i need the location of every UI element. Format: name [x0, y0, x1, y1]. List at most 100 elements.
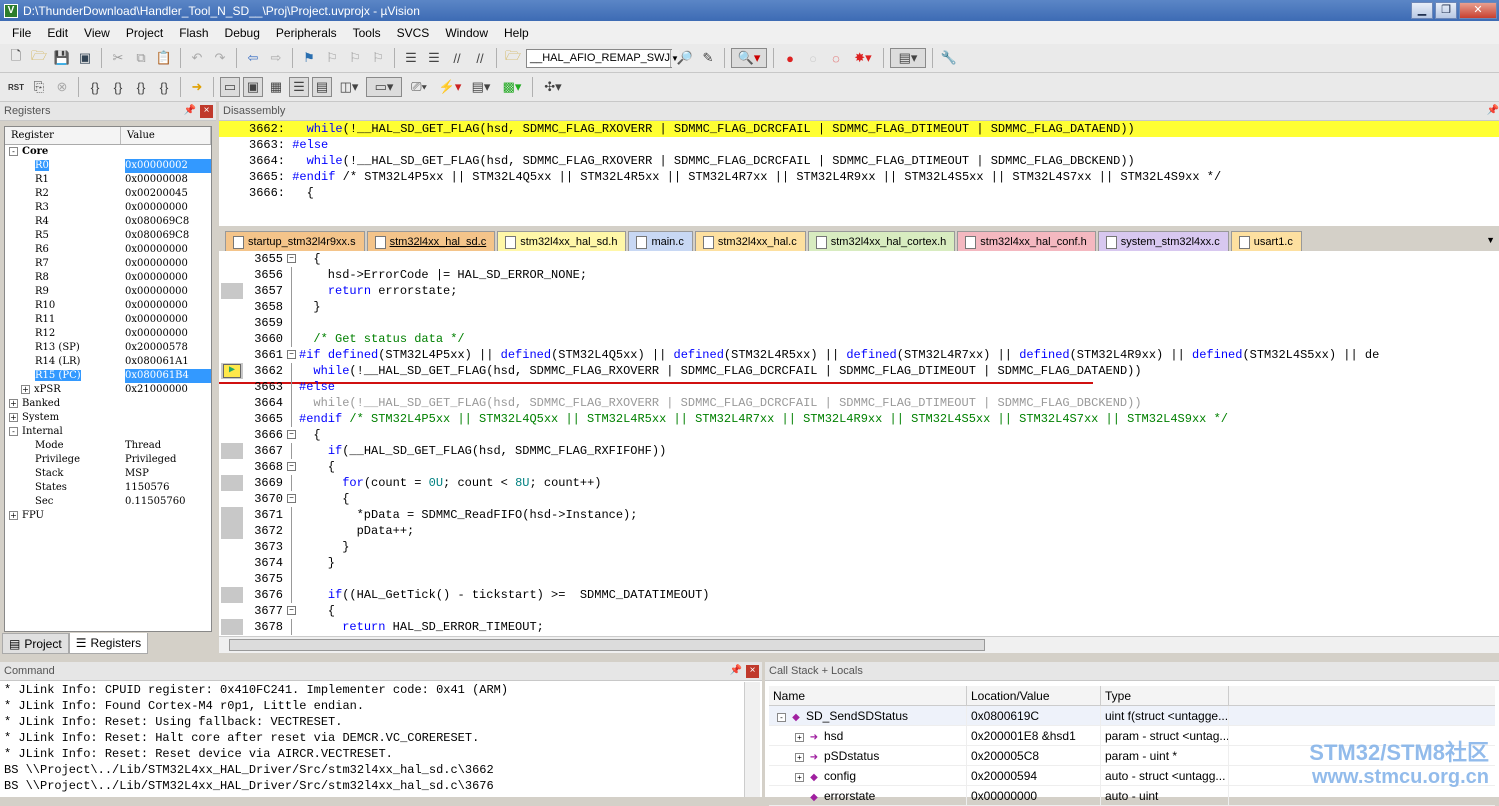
nav-back-icon[interactable]: ⇦ — [243, 48, 263, 68]
menu-peripherals[interactable]: Peripherals — [268, 26, 345, 40]
command-vertical-scrollbar[interactable] — [744, 682, 760, 797]
gutter-marker[interactable] — [221, 251, 243, 267]
menu-file[interactable]: File — [4, 26, 39, 40]
gutter-marker[interactable] — [221, 267, 243, 283]
copy-icon[interactable]: ⧉ — [131, 48, 151, 68]
gutter-marker[interactable] — [221, 331, 243, 347]
register-row[interactable]: R10 0x00000000 — [5, 299, 211, 313]
expand-icon[interactable]: + — [9, 511, 18, 520]
register-row[interactable]: R11 0x00000000 — [5, 313, 211, 327]
step-over-icon[interactable]: {} — [108, 77, 128, 97]
find-in-files-icon[interactable]: 🗁 — [503, 48, 523, 68]
redo-icon[interactable]: ↷ — [210, 48, 230, 68]
gutter-marker[interactable] — [221, 555, 243, 571]
new-file-icon[interactable]: 🗋 — [6, 48, 26, 68]
menu-edit[interactable]: Edit — [39, 26, 76, 40]
next-bookmark-icon[interactable]: ⚐ — [345, 48, 365, 68]
gutter-marker[interactable] — [221, 507, 243, 523]
register-row[interactable]: R9 0x00000000 — [5, 285, 211, 299]
call-stack-window-icon[interactable]: ▤ — [312, 77, 332, 97]
close-icon[interactable]: × — [746, 665, 759, 678]
window-layout-icon[interactable]: ▤▾ — [890, 48, 926, 68]
source-editor[interactable]: 3655− {3656 hsd->ErrorCode |= HAL_SD_ERR… — [219, 251, 1499, 636]
file-tab[interactable]: startup_stm32l4r9xx.s — [225, 231, 365, 251]
gutter-marker[interactable] — [221, 491, 243, 507]
fold-toggle-icon[interactable]: − — [287, 350, 296, 359]
expand-icon[interactable]: + — [9, 413, 18, 422]
file-tab[interactable]: system_stm32l4xx.c — [1097, 231, 1229, 251]
gutter-marker[interactable] — [221, 523, 243, 539]
reset-icon[interactable]: RST — [6, 77, 26, 97]
register-row[interactable]: R6 0x00000000 — [5, 243, 211, 257]
file-tab[interactable]: usart1.c — [1230, 231, 1302, 251]
comment-icon[interactable]: // — [447, 48, 467, 68]
pin-icon[interactable]: 📌 — [184, 105, 196, 116]
command-window-icon[interactable]: ▭ — [220, 77, 240, 97]
debug-session-icon[interactable]: 🔍▾ — [731, 48, 767, 68]
gutter-marker[interactable] — [221, 283, 243, 299]
gutter-marker[interactable] — [221, 603, 243, 619]
col-name[interactable]: Name — [769, 686, 967, 705]
breakpoint-kill-all-icon[interactable]: ✸▾ — [849, 48, 877, 68]
cut-icon[interactable]: ✂ — [108, 48, 128, 68]
fold-toggle-icon[interactable]: − — [287, 462, 296, 471]
register-row[interactable]: R15 (PC) 0x080061B4 — [5, 369, 211, 383]
menu-window[interactable]: Window — [437, 26, 496, 40]
file-tab[interactable]: stm32l4xx_hal_cortex.h — [807, 231, 956, 251]
close-button[interactable]: ✕ — [1459, 2, 1497, 19]
file-tab[interactable]: main.c — [628, 231, 693, 251]
col-value[interactable]: Value — [121, 127, 211, 144]
indent-icon[interactable]: ☰ — [401, 48, 421, 68]
expand-icon[interactable]: + — [795, 753, 804, 762]
pin-icon[interactable]: 📌 — [1487, 105, 1499, 116]
register-row[interactable]: Privilege Privileged — [5, 453, 211, 467]
menu-project[interactable]: Project — [118, 26, 171, 40]
breakpoint-disable-all-icon[interactable]: ◌ — [826, 48, 846, 68]
stop-icon[interactable]: ⊗ — [52, 77, 72, 97]
expand-icon[interactable]: + — [795, 733, 804, 742]
system-viewer-icon[interactable]: ▩▾ — [498, 77, 526, 97]
gutter-marker[interactable] — [221, 475, 243, 491]
run-to-cursor-icon[interactable]: {} — [154, 77, 174, 97]
gutter-marker[interactable] — [221, 427, 243, 443]
breakpoint-insert-icon[interactable]: ● — [780, 48, 800, 68]
register-row[interactable]: R14 (LR) 0x080061A1 — [5, 355, 211, 369]
menu-help[interactable]: Help — [496, 26, 537, 40]
pin-icon[interactable]: 📌 — [730, 665, 742, 676]
toolbox-icon[interactable]: ✣▾ — [539, 77, 567, 97]
minimize-button[interactable]: ▁ — [1411, 2, 1433, 19]
configure-icon[interactable]: 🔧 — [939, 48, 959, 68]
collapse-icon[interactable]: - — [9, 427, 18, 436]
find-combo[interactable]: __HAL_AFIO_REMAP_SWJ ▼ — [526, 48, 679, 68]
disassembly-listing[interactable]: 3662: while(!__HAL_SD_GET_FLAG(hsd, SDMM… — [219, 121, 1499, 226]
save-all-icon[interactable]: ▣ — [75, 48, 95, 68]
menu-tools[interactable]: Tools — [345, 26, 389, 40]
file-tab[interactable]: stm32l4xx_hal_sd.h — [497, 231, 627, 251]
tab-registers[interactable]: ☰ Registers — [68, 633, 149, 654]
register-row[interactable]: + FPU — [5, 509, 211, 523]
register-row[interactable]: States 1150576 — [5, 481, 211, 495]
register-row[interactable]: R12 0x00000000 — [5, 327, 211, 341]
register-row[interactable]: + xPSR 0x21000000 — [5, 383, 211, 397]
gutter-marker[interactable] — [221, 315, 243, 331]
step-into-icon[interactable]: {} — [85, 77, 105, 97]
uncomment-icon[interactable]: // — [470, 48, 490, 68]
fold-toggle-icon[interactable]: − — [287, 430, 296, 439]
registers-window-icon[interactable]: ☰ — [289, 77, 309, 97]
gutter-marker[interactable] — [221, 379, 243, 395]
register-row[interactable]: R8 0x00000000 — [5, 271, 211, 285]
register-row[interactable]: + Banked — [5, 397, 211, 411]
maximize-button[interactable]: ❐ — [1435, 2, 1457, 19]
fold-toggle-icon[interactable]: − — [287, 494, 296, 503]
col-location-value[interactable]: Location/Value — [967, 686, 1101, 705]
callstack-row[interactable]: ◆ errorstate 0x00000000 auto - uint — [769, 786, 1495, 806]
clear-bookmarks-icon[interactable]: ⚐ — [368, 48, 388, 68]
register-row[interactable]: Sec 0.11505760 — [5, 495, 211, 509]
incremental-find-icon[interactable]: ✎ — [698, 48, 718, 68]
trace-windows-icon[interactable]: ▤▾ — [467, 77, 495, 97]
open-folder-icon[interactable]: 🗁 — [29, 48, 49, 68]
file-tab[interactable]: stm32l4xx_hal_conf.h — [957, 231, 1096, 251]
serial-windows-icon[interactable]: ⎚▾ — [405, 77, 433, 97]
watch-windows-icon[interactable]: ◫▾ — [335, 77, 363, 97]
analysis-windows-icon[interactable]: ⚡▾ — [436, 77, 464, 97]
